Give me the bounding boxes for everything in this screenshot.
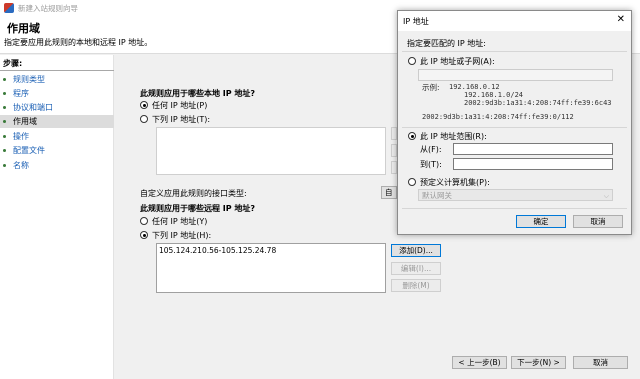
remote-ip-list[interactable]: 105.124.210.56-105.125.24.78 [156,243,386,293]
back-button[interactable]: < 上一步(B) [452,356,507,369]
step-program[interactable]: 程序 [0,87,114,100]
step-label: 名称 [13,161,29,170]
step-label: 操作 [13,132,29,141]
ip-address-dialog: IP 地址 ✕ 指定要匹配的 IP 地址: 此 IP 地址或子网(A): 示例:… [397,10,632,235]
range-label[interactable]: 此 IP 地址范围(R): [420,131,487,142]
remote-remove-button[interactable]: 删除(M) [391,279,441,292]
local-question: 此规则应用于哪些本地 IP 地址? [140,89,256,98]
step-label: 配置文件 [13,146,45,155]
dialog-cancel-button[interactable]: 取消 [573,215,623,228]
chevron-down-icon: ⌵ [603,192,609,200]
step-action[interactable]: 操作 [0,130,114,143]
local-list-label[interactable]: 下列 IP 地址(T): [152,114,210,125]
dialog-divider [402,208,627,209]
range-radio[interactable] [408,132,416,140]
example-ipv6-prefix: 2002:9d3b:1a31:4:208:74ff:fe39:0/112 [422,113,574,121]
step-label: 协议和端口 [13,103,53,112]
step-protocol-port[interactable]: 协议和端口 [0,101,114,114]
bullet-icon [3,106,6,109]
step-profile[interactable]: 配置文件 [0,144,114,157]
remote-edit-button[interactable]: 编辑(I)... [391,262,441,275]
interface-label: 自定义应用此规则的接口类型: [140,189,247,198]
example-ipv6: 2002:9d3b:1a31:4:208:74ff:fe39:6c43 [464,99,612,107]
remote-any-radio[interactable] [140,217,148,225]
step-label: 程序 [13,89,29,98]
example-label: 示例: [422,83,440,92]
bullet-icon [3,164,6,167]
step-label: 作用域 [13,117,37,126]
subnet-radio[interactable] [408,57,416,65]
predefined-radio[interactable] [408,178,416,186]
dialog-title: IP 地址 [403,17,429,26]
remote-add-button[interactable]: 添加(D)... [391,244,441,257]
step-rule-type[interactable]: 规则类型 [0,73,114,86]
close-icon[interactable]: ✕ [617,14,625,25]
remote-any-label[interactable]: 任何 IP 地址(Y) [152,216,207,227]
dialog-divider [402,51,627,52]
dialog-title-bar: IP 地址 ✕ [398,11,631,31]
local-any-radio[interactable] [140,101,148,109]
remote-list-radio[interactable] [140,231,148,239]
next-button[interactable]: 下一步(N) > [511,356,566,369]
dialog-prompt: 指定要匹配的 IP 地址: [407,39,486,48]
predefined-value: 默认网关 [422,190,452,200]
from-label: 从(F): [420,145,442,154]
local-ip-list[interactable] [156,127,386,175]
cancel-button[interactable]: 取消 [573,356,628,369]
bullet-icon [3,135,6,138]
firewall-icon [4,3,14,13]
range-from-input[interactable] [453,143,613,155]
local-list-radio[interactable] [140,115,148,123]
page-subtitle: 指定要应用此规则的本地和远程 IP 地址。 [4,38,153,47]
to-label: 到(T): [420,160,442,169]
predefined-label[interactable]: 预定义计算机集(P): [420,177,490,188]
customize-interface-button[interactable]: 自 [381,186,397,199]
steps-panel: 步骤: 规则类型 程序 协议和端口 作用域 操作 配置文件 名称 [0,55,114,379]
remote-ip-entry[interactable]: 105.124.210.56-105.125.24.78 [159,246,276,255]
remote-question: 此规则应用于哪些远程 IP 地址? [140,204,256,213]
range-to-input[interactable] [453,158,613,170]
bullet-icon [3,149,6,152]
steps-header: 步骤: [3,59,23,68]
example-block: 示例: [422,82,440,93]
example-subnet: 192.168.1.0/24 [464,91,524,99]
page-title: 作用域 [7,22,40,35]
bullet-icon [3,78,6,81]
step-name[interactable]: 名称 [0,159,114,172]
predefined-select[interactable]: 默认网关 ⌵ [418,189,613,201]
ok-button[interactable]: 确定 [516,215,566,228]
bullet-icon [3,92,6,95]
window-title: 新建入站规则向导 [18,3,78,13]
example-ipv4: 192.168.0.12 [449,83,500,91]
step-label: 规则类型 [13,75,45,84]
dialog-divider [402,127,627,128]
step-scope[interactable]: 作用域 [0,115,114,128]
local-any-label[interactable]: 任何 IP 地址(P) [152,100,207,111]
bullet-icon [3,120,6,123]
subnet-label[interactable]: 此 IP 地址或子网(A): [420,56,495,67]
remote-list-label[interactable]: 下列 IP 地址(H): [152,230,211,241]
steps-divider [0,70,114,71]
subnet-input[interactable] [418,69,613,81]
